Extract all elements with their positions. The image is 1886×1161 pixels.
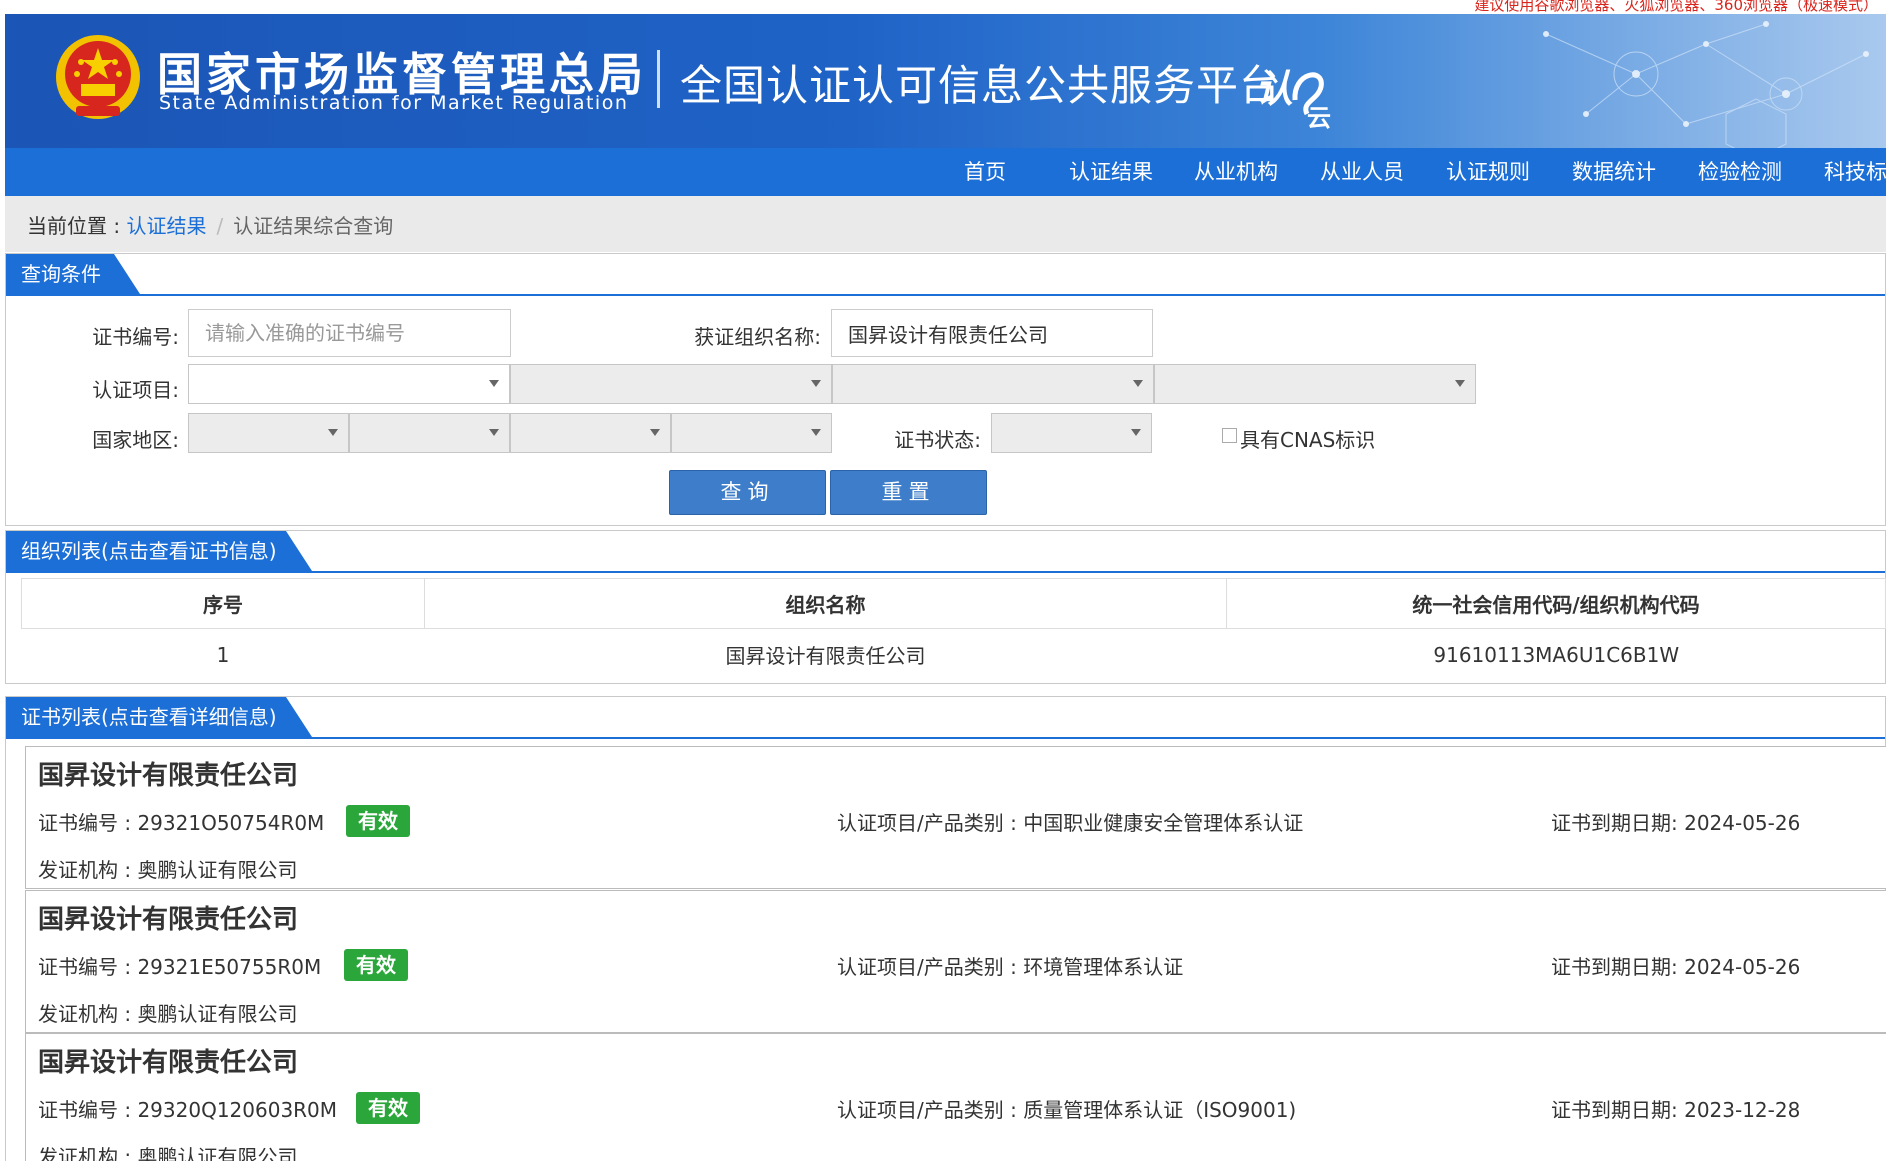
search-button[interactable]: 查询 — [669, 470, 826, 515]
cert-no-label: 证书编号: — [92, 325, 179, 349]
cert-project: 认证项目/产品类别 : 中国职业健康安全管理体系认证 — [837, 811, 1304, 835]
region-select-4[interactable] — [671, 413, 832, 453]
org-name-label: 获证组织名称: — [694, 325, 821, 349]
breadcrumb-prefix: 当前位置 : — [27, 214, 127, 238]
cert-expiry: 证书到期日期: 2023-12-28 — [1551, 1098, 1801, 1122]
cert-no-input[interactable] — [188, 309, 511, 357]
cert-project: 认证项目/产品类别 : 环境管理体系认证 — [837, 955, 1184, 979]
nav-inspection[interactable]: 检验检测 — [1698, 148, 1782, 196]
nav-tech-standards[interactable]: 科技标 — [1824, 148, 1886, 196]
cert-list-title: 证书列表(点击查看详细信息) — [6, 697, 312, 737]
breadcrumb-current: 认证结果综合查询 — [233, 214, 394, 238]
query-panel-title: 查询条件 — [6, 254, 140, 294]
platform-logo-icon: 认 云 — [1255, 67, 1331, 132]
chevron-down-icon — [1133, 380, 1143, 387]
site-header: 国家市场监督管理总局 State Administration for Mark… — [5, 14, 1886, 148]
main-nav: 首页 认证结果 从业机构 从业人员 认证规则 数据统计 检验检测 科技标 — [5, 148, 1886, 196]
breadcrumb-sep: / — [216, 214, 224, 238]
row-org-name[interactable]: 国昇设计有限责任公司 — [424, 628, 1227, 681]
chevron-down-icon — [811, 429, 821, 436]
chevron-down-icon — [328, 429, 338, 436]
chevron-down-icon — [1455, 380, 1465, 387]
region-select-2[interactable] — [349, 413, 510, 453]
status-badge: 有效 — [356, 1092, 420, 1124]
cnas-checkbox[interactable] — [1222, 428, 1237, 443]
status-label: 证书状态: — [894, 428, 981, 452]
region-label: 国家地区: — [92, 428, 179, 452]
cert-org-name: 国昇设计有限责任公司 — [38, 761, 299, 791]
org-name-input[interactable] — [831, 309, 1153, 357]
cert-card-3[interactable]: 国昇设计有限责任公司 证书编号 : 29320Q120603R0M 有效 认证项… — [25, 1033, 1886, 1161]
cert-project: 认证项目/产品类别 : 质量管理体系认证（ISO9001) — [837, 1098, 1297, 1122]
chevron-down-icon — [811, 380, 821, 387]
cert-number: 证书编号 : 29321O50754R0M — [38, 811, 325, 835]
project-select-4[interactable] — [1154, 364, 1476, 404]
region-select-3[interactable] — [510, 413, 671, 453]
project-select-3[interactable] — [832, 364, 1154, 404]
breadcrumb: 当前位置 : 认证结果 / 认证结果综合查询 — [27, 210, 393, 239]
cert-issuer: 发证机构 : 奥鹏认证有限公司 — [38, 1145, 298, 1161]
cert-org-name: 国昇设计有限责任公司 — [38, 905, 299, 935]
cert-expiry: 证书到期日期: 2024-05-26 — [1551, 811, 1801, 835]
project-label: 认证项目: — [92, 378, 179, 402]
sam-english-name: State Administration for Market Regulati… — [159, 92, 629, 114]
svg-text:认: 认 — [1255, 67, 1293, 111]
nav-cert-results[interactable]: 认证结果 — [1069, 148, 1153, 196]
org-list-title: 组织列表(点击查看证书信息) — [6, 531, 312, 571]
col-header-org-name: 组织名称 — [424, 578, 1227, 629]
chevron-down-icon — [1131, 429, 1141, 436]
chevron-down-icon — [489, 429, 499, 436]
chevron-down-icon — [489, 380, 499, 387]
breadcrumb-bar: 当前位置 : 认证结果 / 认证结果综合查询 — [5, 196, 1886, 252]
nav-statistics[interactable]: 数据统计 — [1572, 148, 1656, 196]
cert-number: 证书编号 : 29320Q120603R0M — [38, 1098, 338, 1122]
page-root: 建议使用谷歌浏览器、火狐浏览器、360浏览器（极速模式） 国家市场监督管理总局 … — [0, 0, 1886, 1161]
browser-notice: 建议使用谷歌浏览器、火狐浏览器、360浏览器（极速模式） — [1474, 0, 1878, 14]
row-index: 1 — [21, 628, 425, 681]
cert-card-2[interactable]: 国昇设计有限责任公司 证书编号 : 29321E50755R0M 有效 认证项目… — [25, 890, 1886, 1033]
header-divider — [657, 50, 660, 108]
reset-button[interactable]: 重置 — [830, 470, 987, 515]
project-select-1[interactable] — [188, 364, 510, 404]
platform-title: 全国认证认可信息公共服务平台 — [680, 61, 1283, 110]
region-select-1[interactable] — [188, 413, 349, 453]
breadcrumb-link[interactable]: 认证结果 — [126, 214, 206, 238]
col-header-credit-code: 统一社会信用代码/组织机构代码 — [1226, 578, 1886, 629]
nav-personnel[interactable]: 从业人员 — [1320, 148, 1404, 196]
row-credit-code: 91610113MA6U1C6B1W — [1226, 628, 1886, 681]
status-select[interactable] — [991, 413, 1152, 453]
cert-number: 证书编号 : 29321E50755R0M — [38, 955, 322, 979]
nav-institutions[interactable]: 从业机构 — [1194, 148, 1278, 196]
col-header-index: 序号 — [21, 578, 425, 629]
cert-issuer: 发证机构 : 奥鹏认证有限公司 — [38, 1002, 298, 1026]
nav-cert-rules[interactable]: 认证规则 — [1446, 148, 1530, 196]
chevron-down-icon — [650, 429, 660, 436]
cert-org-name: 国昇设计有限责任公司 — [38, 1048, 299, 1078]
status-badge: 有效 — [344, 949, 408, 981]
status-badge: 有效 — [346, 805, 410, 837]
cert-issuer: 发证机构 : 奥鹏认证有限公司 — [38, 858, 298, 882]
national-emblem-icon — [56, 35, 140, 119]
cert-card-1[interactable]: 国昇设计有限责任公司 证书编号 : 29321O50754R0M 有效 认证项目… — [25, 746, 1886, 889]
table-row[interactable]: 1 国昇设计有限责任公司 91610113MA6U1C6B1W — [21, 628, 1886, 681]
nav-home[interactable]: 首页 — [964, 148, 1006, 196]
cnas-label: 具有CNAS标识 — [1240, 428, 1376, 452]
org-table: 序号 组织名称 统一社会信用代码/组织机构代码 1 国昇设计有限责任公司 916… — [21, 578, 1886, 681]
svg-text:云: 云 — [1307, 104, 1331, 132]
project-select-2[interactable] — [510, 364, 832, 404]
cert-expiry: 证书到期日期: 2024-05-26 — [1551, 955, 1801, 979]
